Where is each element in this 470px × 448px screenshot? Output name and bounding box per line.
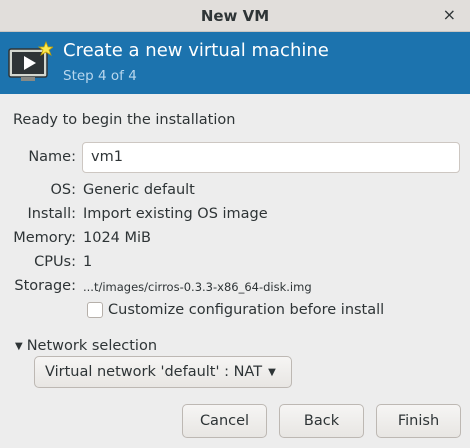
expander-arrow-icon: ▼ [15, 340, 23, 352]
storage-value: ...t/images/cirros-0.3.3-x86_64-disk.img [83, 280, 312, 294]
network-source-select[interactable]: Virtual network 'default' : NAT ▼ [34, 356, 292, 388]
name-input[interactable]: vm1 [82, 142, 460, 173]
memory-label: Memory: [13, 230, 76, 246]
title-bar: New VM × [0, 0, 470, 32]
finish-button[interactable]: Finish [376, 404, 461, 438]
storage-label: Storage: [14, 278, 76, 294]
os-label: OS: [50, 182, 76, 198]
back-button[interactable]: Back [279, 404, 364, 438]
network-source-value: Virtual network 'default' : NAT [45, 364, 263, 380]
summary-heading: Ready to begin the installation [13, 112, 236, 128]
header-banner: Create a new virtual machine Step 4 of 4 [0, 32, 470, 94]
customize-label[interactable]: Customize configuration before install [108, 302, 384, 318]
banner-title: Create a new virtual machine [63, 40, 329, 61]
cancel-button[interactable]: Cancel [182, 404, 267, 438]
network-expander-label: Network selection [26, 338, 158, 354]
chevron-down-icon: ▼ [268, 366, 276, 378]
cpus-label: CPUs: [34, 254, 76, 270]
os-value: Generic default [83, 182, 195, 198]
network-expander[interactable]: ▼ Network selection [15, 338, 157, 354]
memory-value: 1024 MiB [83, 230, 151, 246]
name-label: Name: [28, 149, 76, 165]
customize-checkbox[interactable] [87, 302, 103, 318]
window-title: New VM [200, 6, 270, 25]
install-value: Import existing OS image [83, 206, 268, 222]
customize-option[interactable]: Customize configuration before install [87, 302, 384, 318]
cpus-value: 1 [83, 254, 93, 270]
install-label: Install: [27, 206, 76, 222]
monitor-play-icon [8, 41, 53, 81]
banner-step: Step 4 of 4 [63, 68, 137, 84]
close-icon[interactable]: × [443, 6, 456, 24]
